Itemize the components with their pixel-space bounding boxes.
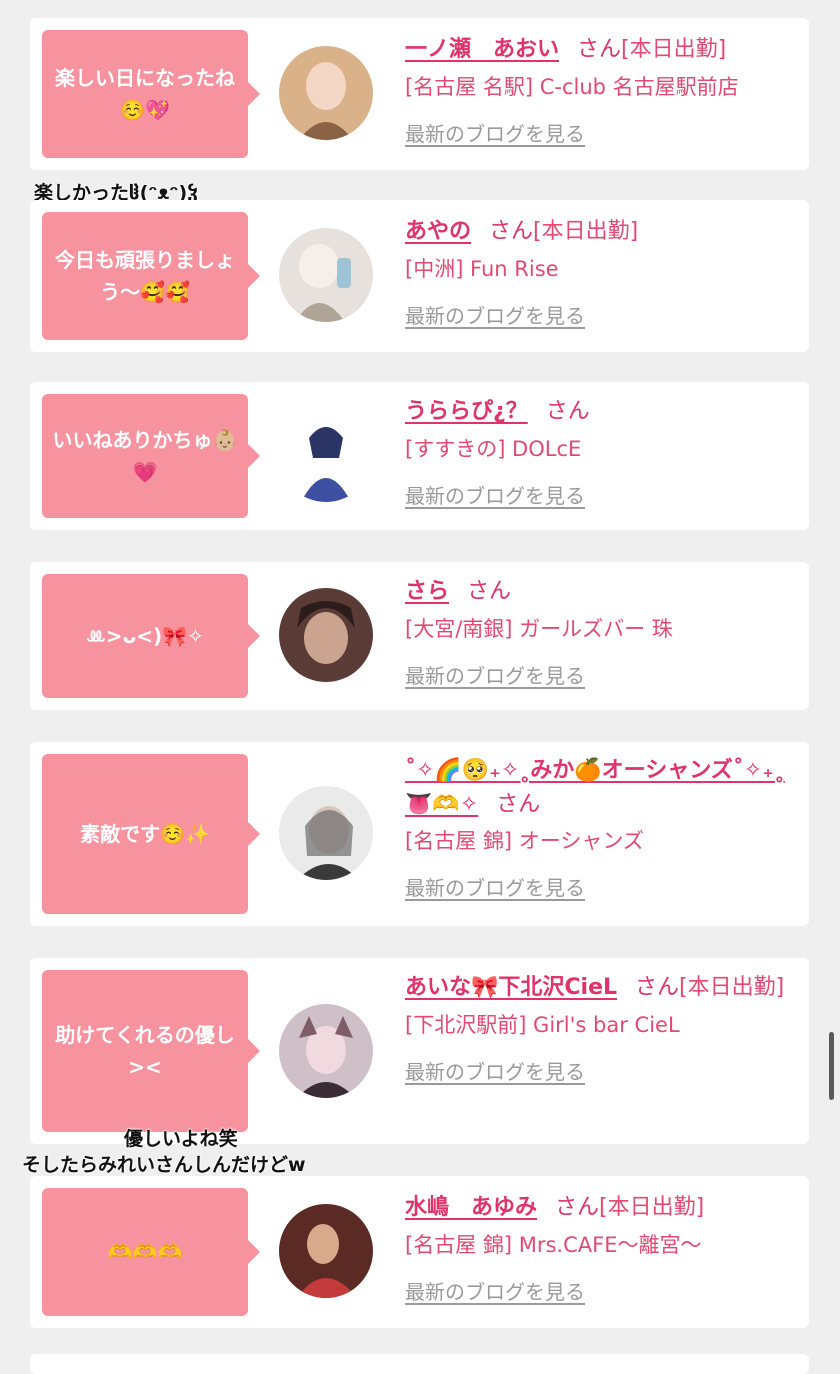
- comment-card: 🫶🫶🫶 水嶋 あゆみ さん[本日出勤] [名古屋 錦] Mrs.CAFE〜離宮〜 …: [30, 1176, 809, 1328]
- profile-name-link[interactable]: うららぴ¿？: [405, 399, 528, 424]
- avatar[interactable]: [279, 228, 373, 322]
- blog-link[interactable]: 最新のブログを見る: [405, 1058, 815, 1086]
- profile-name-link[interactable]: あやの: [405, 219, 471, 244]
- comment-card: ꔛ>ᴗ<)🎀✧ さら さん [大宮/南銀] ガールズバー 珠 最新のブログを見る: [30, 562, 809, 710]
- profile-name-link[interactable]: 一ノ瀬 あおい: [405, 37, 559, 62]
- profile-name-link[interactable]: あいな🎀下北沢CieL: [405, 975, 617, 1000]
- comment-card: 助けてくれるの優し>< あいな🎀下北沢CieL さん[本日出勤] [下北沢駅前] …: [30, 958, 809, 1144]
- blog-link[interactable]: 最新のブログを見る: [405, 874, 805, 902]
- avatar[interactable]: [279, 408, 373, 502]
- avatar[interactable]: [279, 786, 373, 880]
- shop-label: [すすきの] DOLcE: [405, 437, 582, 461]
- honorific: さん: [555, 1195, 600, 1220]
- shop-label: [大宮/南銀] ガールズバー 珠: [405, 617, 673, 641]
- avatar[interactable]: [279, 46, 373, 140]
- profile-name-link[interactable]: 水嶋 あゆみ: [405, 1195, 537, 1220]
- comment-text: 素敵です☺️✨: [80, 822, 210, 846]
- comment-bubble: いいねありかちゅ👶🏼💗: [42, 394, 260, 518]
- comment-bubble: 🫶🫶🫶: [42, 1188, 260, 1316]
- status-label: [本日出勤]: [621, 37, 727, 62]
- blog-link[interactable]: 最新のブログを見る: [405, 302, 800, 330]
- comment-card: いいねありかちゅ👶🏼💗 うららぴ¿？ さん [すすきの] DOLcE 最新のブログ…: [30, 382, 809, 530]
- comment-bubble: 助けてくれるの優し><: [42, 970, 260, 1132]
- comment-card: 楽しい日になったね☺️💖 一ノ瀬 あおい さん[本日出勤] [名古屋 名駅] C-…: [30, 18, 809, 170]
- comment-text: いいねありかちゅ👶🏼💗: [52, 428, 238, 484]
- comment-text: 今日も頑張りましょう〜🥰🥰: [55, 248, 235, 304]
- shop-label: [中洲] Fun Rise: [405, 257, 559, 281]
- avatar[interactable]: [279, 588, 373, 682]
- status-label: [本日出勤]: [679, 975, 785, 1000]
- honorific: さん: [635, 975, 680, 1000]
- blog-link[interactable]: 最新のブログを見る: [405, 1278, 800, 1306]
- status-label: [本日出勤]: [599, 1195, 705, 1220]
- comment-text: ꔛ>ᴗ<)🎀✧: [86, 624, 204, 648]
- honorific: さん: [467, 579, 512, 604]
- avatar[interactable]: [279, 1204, 373, 1298]
- status-label: [本日出勤]: [533, 219, 639, 244]
- blog-link[interactable]: 最新のブログを見る: [405, 482, 800, 510]
- blog-link[interactable]: 最新のブログを見る: [405, 120, 800, 148]
- comment-bubble: 今日も頑張りましょう〜🥰🥰: [42, 212, 260, 340]
- shop-label: [名古屋 錦] オーシャンズ: [405, 829, 644, 853]
- shop-label: [名古屋 錦] Mrs.CAFE〜離宮〜: [405, 1233, 702, 1257]
- comment-bubble: ꔛ>ᴗ<)🎀✧: [42, 574, 260, 698]
- avatar[interactable]: [279, 1004, 373, 1098]
- honorific: さん: [489, 219, 534, 244]
- shop-label: [名古屋 名駅] C-club 名古屋駅前店: [405, 75, 739, 99]
- profile-name-link[interactable]: さら: [405, 579, 449, 604]
- comment-bubble: 素敵です☺️✨: [42, 754, 260, 914]
- comment-card: 素敵です☺️✨ ˚✧🌈🥺₊✧˳みか🍊オーシャンズ˚✧₊˳👅🫶✧ さん [名古屋 錦…: [30, 742, 809, 926]
- comment-text: 助けてくれるの優し><: [55, 1023, 235, 1079]
- comment-text: 🫶🫶🫶: [107, 1240, 183, 1264]
- profile-name-link[interactable]: ˚✧🌈🥺₊✧˳みか🍊オーシャンズ˚✧₊˳👅🫶✧: [405, 758, 785, 817]
- comment-card: 今日も頑張りましょう〜🥰🥰 あやの さん[本日出勤] [中洲] Fun Rise …: [30, 200, 809, 352]
- overlay-caption: 優しいよね笑: [124, 1128, 238, 1150]
- comment-bubble: 楽しい日になったね☺️💖: [42, 30, 260, 158]
- honorific: さん: [545, 399, 590, 424]
- honorific: さん: [496, 792, 541, 817]
- scrollbar-thumb[interactable]: [829, 1032, 834, 1100]
- overlay-caption: そしたらみれいさんしんだけどw: [22, 1154, 306, 1176]
- comment-text: 楽しい日になったね☺️💖: [55, 66, 235, 122]
- blog-link[interactable]: 最新のブログを見る: [405, 662, 800, 690]
- honorific: さん: [577, 37, 622, 62]
- next-card-edge: [30, 1354, 809, 1374]
- shop-label: [下北沢駅前] Girl's bar CieL: [405, 1013, 680, 1037]
